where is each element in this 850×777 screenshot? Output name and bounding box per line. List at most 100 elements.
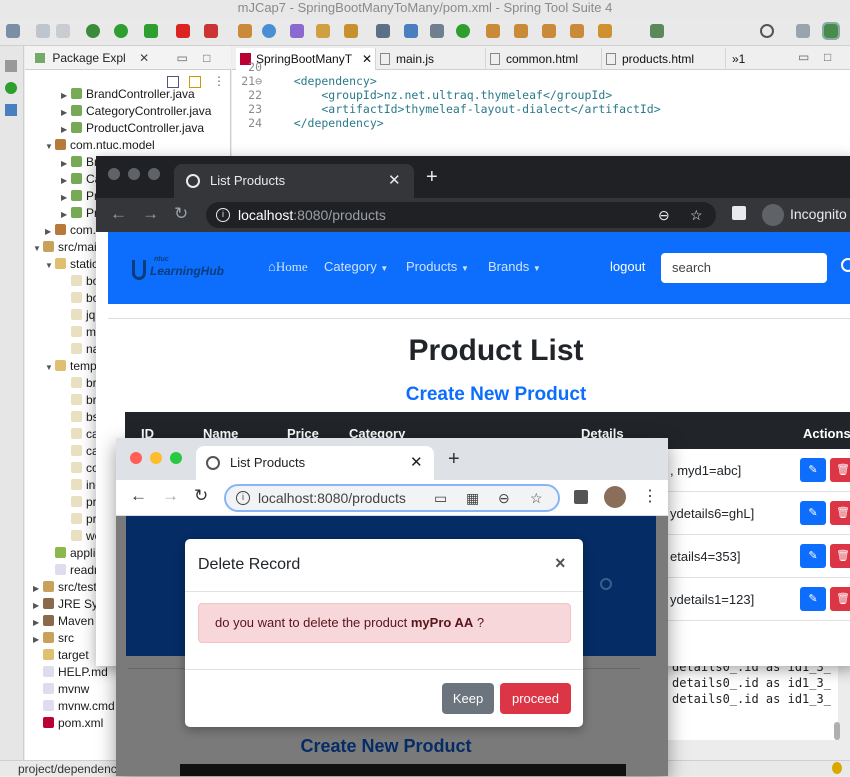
zoom-icon[interactable]: ⊖ [498, 486, 510, 510]
tree-item[interactable]: bs [61, 409, 99, 426]
tree-item[interactable]: applic [45, 545, 101, 562]
tree-item[interactable]: ca [61, 426, 99, 443]
tree-item[interactable]: ca [61, 443, 99, 460]
bookmark-star-icon[interactable]: ☆ [530, 486, 543, 510]
search-tool-icon[interactable] [430, 24, 444, 38]
qr-code-icon[interactable]: ▦ [466, 486, 479, 510]
info-icon[interactable]: i [216, 208, 230, 222]
console-icon[interactable] [404, 24, 418, 38]
boot-dashboard-icon[interactable] [456, 24, 470, 38]
globe-icon[interactable] [262, 24, 276, 38]
extensions-icon[interactable] [574, 490, 588, 504]
tree-item[interactable]: ▶ Pr [61, 188, 98, 205]
nav-brands[interactable]: Brands ▼ [488, 259, 541, 274]
create-product-link[interactable]: Create New Product [296, 384, 696, 406]
debug-icon[interactable] [86, 24, 100, 38]
collapsed-arrow-icon[interactable]: ▶ [61, 121, 69, 138]
browser-tab[interactable]: List Products ✕ [174, 164, 414, 198]
delete-button[interactable]: 🗑 [830, 544, 850, 568]
tree-item[interactable]: ▶ BrandController.java [61, 86, 195, 103]
collapsed-arrow-icon[interactable]: ▶ [61, 172, 69, 189]
minimize-window-dot[interactable] [128, 168, 140, 180]
search-icon[interactable] [841, 258, 850, 272]
tree-item[interactable]: ▼ static [45, 256, 98, 273]
collapsed-arrow-icon[interactable]: ▶ [61, 206, 69, 223]
more-menu-icon[interactable]: ⋮ [642, 486, 658, 506]
forward-icon[interactable]: → [142, 204, 159, 224]
expanded-arrow-icon[interactable]: ▼ [33, 240, 41, 257]
delete-button[interactable]: 🗑 [830, 458, 850, 482]
close-icon[interactable]: × [555, 553, 566, 574]
site-logo[interactable]: ntuc LearningHub [132, 256, 242, 282]
tab-main-js[interactable]: main.js [376, 48, 486, 70]
keep-button[interactable]: Keep [442, 683, 494, 714]
minimize-icon[interactable]: ▭ [176, 51, 187, 65]
new-tab-icon[interactable]: + [448, 448, 460, 471]
tree-item[interactable]: bo [61, 290, 99, 307]
close-window-dot[interactable] [130, 452, 142, 464]
save-all-icon[interactable] [56, 24, 70, 38]
scrollbar[interactable] [834, 722, 840, 740]
logout-link[interactable]: logout [610, 259, 645, 274]
tree-item[interactable]: ▶ Pr [61, 205, 98, 222]
terminate-icon[interactable] [204, 24, 218, 38]
incognito-icon[interactable] [762, 204, 784, 226]
url-field[interactable]: i localhost:8080/products ▭ ▦ ⊖ ☆ [224, 484, 560, 512]
open-resource-icon[interactable] [344, 24, 358, 38]
close-tab-icon[interactable]: ✕ [410, 446, 423, 480]
spring-perspective-icon[interactable] [822, 22, 840, 40]
open-type-icon[interactable] [316, 24, 330, 38]
tree-item[interactable]: HELP.md [33, 664, 108, 681]
minimize-window-dot[interactable] [150, 452, 162, 464]
tab-products-html[interactable]: products.html [602, 48, 726, 70]
back-icon[interactable] [542, 24, 556, 38]
tree-item[interactable]: br [61, 392, 97, 409]
expanded-arrow-icon[interactable]: ▼ [45, 359, 53, 376]
run-config-icon[interactable] [144, 24, 158, 38]
edit-button[interactable]: ✎ [800, 587, 826, 611]
url-field[interactable]: i localhost:8080/products ⊖ ☆ [206, 202, 716, 228]
collapsed-arrow-icon[interactable]: ▶ [33, 580, 41, 597]
delete-button[interactable]: 🗑 [830, 587, 850, 611]
tree-item[interactable]: ▼ temp [45, 358, 97, 375]
reload-icon[interactable]: ↻ [174, 204, 188, 224]
zoom-window-dot[interactable] [170, 452, 182, 464]
forward-nav-icon[interactable] [598, 24, 612, 38]
tree-item[interactable]: na [61, 341, 99, 358]
browser-tab[interactable]: List Products ✕ [196, 446, 434, 480]
stop-icon[interactable] [176, 24, 190, 38]
search-icon[interactable] [760, 24, 774, 38]
open-perspective-icon[interactable] [650, 24, 664, 38]
package-explorer-tab[interactable]: Package Expl ✕ ▭ □ [25, 46, 231, 70]
last-edit-icon[interactable] [570, 24, 584, 38]
collapsed-arrow-icon[interactable]: ▶ [61, 104, 69, 121]
delete-button[interactable]: 🗑 [830, 501, 850, 525]
tree-item[interactable]: ▼ src/main [33, 239, 103, 256]
package-icon[interactable] [238, 24, 252, 38]
tree-item[interactable]: mvnw [33, 681, 89, 698]
expanded-arrow-icon[interactable]: ▼ [45, 257, 53, 274]
edit-button[interactable]: ✎ [800, 501, 826, 525]
tree-item[interactable]: ▶ src/test/ [33, 579, 100, 596]
nav-products[interactable]: Products ▼ [406, 259, 469, 274]
boot-icon[interactable] [5, 82, 17, 94]
maximize-icon[interactable]: □ [203, 51, 210, 65]
back-icon[interactable]: ← [130, 486, 147, 506]
avatar[interactable] [604, 486, 626, 508]
new-tab-icon[interactable]: + [426, 166, 438, 189]
next-annotation-icon[interactable] [486, 24, 500, 38]
back-icon[interactable]: ← [110, 204, 127, 224]
tree-item[interactable]: pom.xml [33, 715, 103, 732]
collapsed-arrow-icon[interactable]: ▶ [33, 614, 41, 631]
code-line[interactable]: 23 <artifactId>thymeleaf-layout-dialect<… [232, 102, 661, 116]
zoom-window-dot[interactable] [148, 168, 160, 180]
perspective-icon[interactable] [796, 24, 810, 38]
tree-item[interactable]: ▶ ProductController.java [61, 120, 204, 137]
view-menu-icon[interactable]: ⋮ [213, 74, 225, 88]
code-line[interactable]: 24 </dependency> [232, 116, 384, 130]
tree-item[interactable]: pr [61, 511, 97, 528]
new-icon[interactable] [6, 24, 20, 38]
terminal-icon[interactable] [376, 24, 390, 38]
tree-item[interactable]: bo [61, 273, 99, 290]
wizard-icon[interactable] [290, 24, 304, 38]
